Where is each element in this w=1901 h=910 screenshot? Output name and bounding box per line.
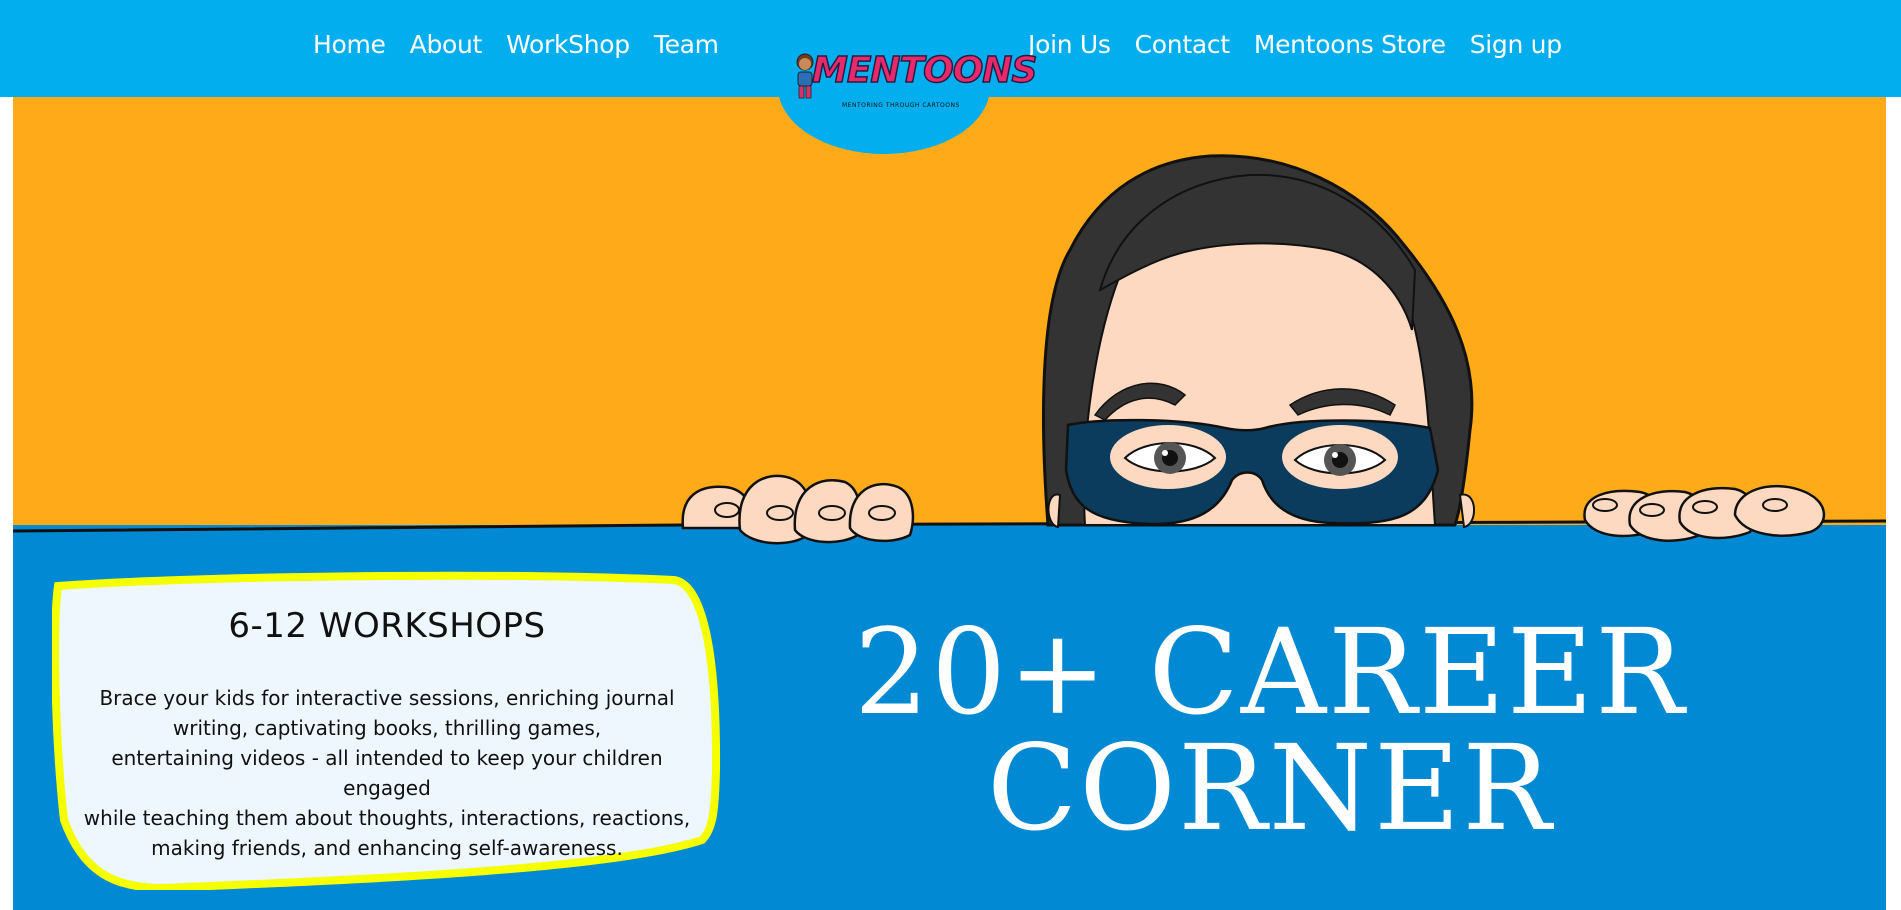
- nav-about[interactable]: About: [398, 30, 494, 59]
- nav-team[interactable]: Team: [642, 30, 731, 59]
- description-line: while teaching them about thoughts, inte…: [83, 806, 691, 830]
- logo-tagline: MENTORING THROUGH CARTOONS: [842, 102, 960, 109]
- description-line: Brace your kids for interactive sessions…: [99, 686, 675, 710]
- primary-nav-left: Home About WorkShop Team: [301, 30, 731, 59]
- workshop-card-title: 6-12 WORKSHOPS: [228, 606, 546, 646]
- nav-workshop[interactable]: WorkShop: [494, 30, 642, 59]
- nav-mentoons-store[interactable]: Mentoons Store: [1242, 30, 1458, 59]
- description-line: writing, captivating books, thrilling ga…: [172, 716, 602, 740]
- logo-wordmark: MENTOONS: [811, 49, 1038, 92]
- nav-contact[interactable]: Contact: [1123, 30, 1242, 59]
- description-line: entertaining videos - all intended to ke…: [111, 746, 663, 770]
- headline-line-1: 20+ CAREER: [854, 603, 1686, 741]
- description-line: making friends, and enhancing self-aware…: [151, 836, 623, 860]
- workshop-card-description: Brace your kids for interactive sessions…: [80, 683, 694, 863]
- nav-home[interactable]: Home: [301, 30, 398, 59]
- nav-sign-up[interactable]: Sign up: [1458, 30, 1574, 59]
- left-hand-illustration: [681, 474, 915, 545]
- career-corner-headline: 20+ CAREER CORNER: [830, 603, 1710, 857]
- headline-line-2: CORNER: [986, 719, 1554, 857]
- mentoons-logo[interactable]: MENTOONS MENTORING THROUGH CARTOONS: [790, 48, 1038, 118]
- primary-nav-right: Join Us Contact Mentoons Store Sign up: [1016, 30, 1574, 59]
- description-line: engaged: [343, 776, 431, 800]
